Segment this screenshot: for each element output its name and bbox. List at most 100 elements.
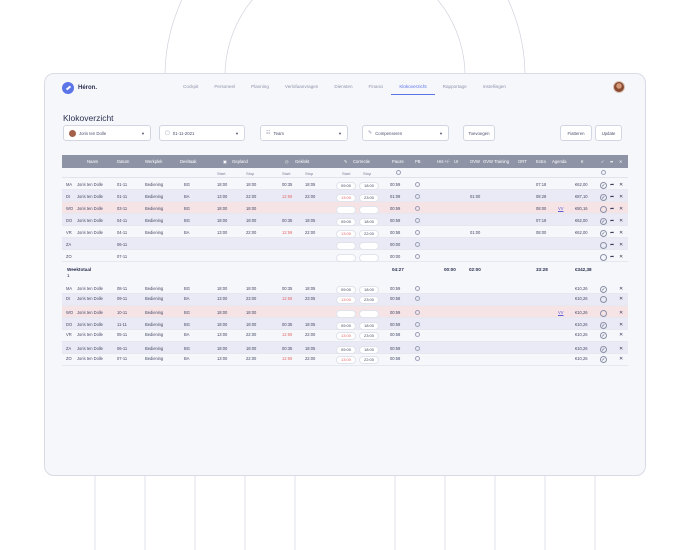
corrected-start-input[interactable]: 13:00 — [336, 332, 356, 340]
close-icon[interactable]: ✕ — [619, 194, 623, 200]
corrected-start-input[interactable] — [336, 310, 356, 318]
table-row[interactable]: WO Joris ten Dolle 03-11 Bediening BG 18:00 18… — [62, 202, 628, 214]
approve-check-icon[interactable]: ✓ — [600, 286, 607, 293]
approve-check-icon[interactable]: ✓ — [600, 182, 607, 189]
approve-check-icon[interactable]: ✓ — [600, 322, 607, 329]
corrected-stop-input[interactable]: 18:00 — [359, 286, 379, 294]
share-icon[interactable]: ➦ — [610, 242, 614, 248]
corrected-start-input[interactable]: 13:00 — [336, 356, 356, 364]
approve-check-icon[interactable] — [600, 254, 607, 261]
corrected-start-input[interactable]: 09:00 — [336, 218, 356, 226]
corrected-stop-input[interactable] — [359, 242, 379, 250]
approve-check-icon[interactable]: ✓ — [600, 346, 607, 353]
nav-item[interactable]: Rapportage — [435, 84, 475, 95]
add-button[interactable]: Toevoegen — [463, 125, 495, 141]
corrected-start-input[interactable] — [336, 254, 356, 262]
close-icon[interactable]: ✕ — [619, 206, 623, 212]
table-row[interactable]: MA Joris ten Dolle 01-11 Bediening BG 18:00 18… — [62, 178, 628, 190]
close-icon[interactable]: ✕ — [619, 242, 623, 248]
close-icon[interactable]: ✕ — [619, 182, 623, 188]
close-icon[interactable]: ✕ — [619, 230, 623, 236]
select-all-toggle[interactable] — [601, 170, 606, 175]
nav-item[interactable]: Personeel — [206, 84, 243, 95]
close-icon[interactable]: ✕ — [619, 310, 623, 316]
close-icon[interactable]: ✕ — [619, 286, 623, 292]
nav-item[interactable]: Planning — [243, 84, 277, 95]
brand-logo[interactable]: Héron. — [62, 82, 97, 94]
share-icon[interactable]: ➦ — [610, 218, 614, 224]
corrected-start-input[interactable] — [336, 206, 356, 214]
pb-toggle[interactable] — [415, 194, 420, 199]
approve-button[interactable]: Fiatteren — [560, 125, 592, 141]
update-button[interactable]: Update — [595, 125, 622, 141]
compensate-select[interactable]: ✎ Compenseren ▼ — [362, 125, 449, 141]
approve-check-icon[interactable]: ✓ — [600, 230, 607, 237]
date-picker[interactable]: ▢ 01-11-2021 ▼ — [159, 125, 245, 141]
table-row[interactable]: VR Joris ten Dolle 04-11 Bediening BA 13:00 22… — [62, 226, 628, 238]
table-row[interactable]: DI Joris ten Dolle 01-11 Bediening BA 13:00 22… — [62, 190, 628, 202]
corrected-start-input[interactable]: 09:00 — [336, 346, 356, 354]
share-icon[interactable]: ➦ — [610, 254, 614, 260]
user-avatar[interactable] — [613, 81, 625, 93]
approve-check-icon[interactable]: ✓ — [600, 218, 607, 225]
corrected-start-input[interactable]: 13:00 — [336, 194, 356, 202]
nav-item[interactable]: Cockpit — [175, 84, 206, 95]
table-row[interactable]: ZO Joris ten Dolle 07-11 Bediening BA 13:00 22… — [62, 354, 628, 366]
table-row[interactable]: ZO 07-11 00:00 ➦ ✕ — [62, 250, 628, 262]
close-icon[interactable]: ✕ — [619, 346, 623, 352]
pb-toggle[interactable] — [415, 206, 420, 211]
table-row[interactable]: ZA Joris ten Dolle 06-11 Bediening BG 18:00 18… — [62, 342, 628, 354]
share-icon[interactable]: ➦ — [610, 230, 614, 236]
pb-toggle[interactable] — [415, 218, 420, 223]
approve-check-icon[interactable]: ✓ — [600, 356, 607, 363]
approve-check-icon[interactable] — [600, 242, 607, 249]
corrected-start-input[interactable]: 09:00 — [336, 286, 356, 294]
approve-check-icon[interactable]: ✓ — [600, 194, 607, 201]
corrected-stop-input[interactable]: 18:00 — [359, 182, 379, 190]
corrected-start-input[interactable]: 09:00 — [336, 322, 356, 330]
nav-item[interactable]: Klokoverzicht — [391, 84, 435, 95]
corrected-start-input[interactable] — [336, 242, 356, 250]
nav-item[interactable]: Diensten — [326, 84, 360, 95]
corrected-stop-input[interactable]: 23:00 — [359, 296, 379, 304]
table-row[interactable]: ZA 06-11 00:00 ➦ ✕ — [62, 238, 628, 250]
approve-check-icon[interactable] — [600, 296, 607, 303]
corrected-stop-input[interactable] — [359, 254, 379, 262]
corrected-stop-input[interactable]: 22:00 — [359, 356, 379, 364]
approve-check-icon[interactable] — [600, 206, 607, 213]
pb-toggle[interactable] — [415, 356, 420, 361]
close-icon[interactable]: ✕ — [619, 356, 623, 362]
share-icon[interactable]: ➦ — [610, 182, 614, 188]
approve-check-icon[interactable] — [600, 310, 607, 317]
pb-toggle[interactable] — [415, 322, 420, 327]
employee-select[interactable]: Joris ten Dolle ▼ — [63, 125, 151, 141]
pb-toggle[interactable] — [415, 254, 420, 259]
corrected-stop-input[interactable] — [359, 206, 379, 214]
pb-toggle[interactable] — [415, 230, 420, 235]
approve-check-icon[interactable]: ✓ — [600, 332, 607, 339]
pb-toggle[interactable] — [415, 286, 420, 291]
share-icon[interactable]: ➦ — [610, 194, 614, 200]
nav-item[interactable]: Financi — [361, 84, 392, 95]
nav-item[interactable]: Verlofaanvragen — [277, 84, 326, 95]
pb-toggle[interactable] — [415, 346, 420, 351]
table-row[interactable]: WO Joris ten Dolle 10-11 Bediening BG 18:00 18… — [62, 306, 628, 318]
pb-toggle[interactable] — [415, 182, 420, 187]
table-row[interactable]: DI Joris ten Dolle 09-11 Bediening BA 13:00 23… — [62, 294, 628, 306]
corrected-stop-input[interactable]: 22:00 — [359, 230, 379, 238]
close-icon[interactable]: ✕ — [619, 254, 623, 260]
corrected-stop-input[interactable]: 18:00 — [359, 218, 379, 226]
break-toggle[interactable] — [396, 170, 401, 175]
corrected-stop-input[interactable]: 18:00 — [359, 346, 379, 354]
corrected-stop-input[interactable]: 23:00 — [359, 194, 379, 202]
table-row[interactable]: VR Joris ten Dolle 05-11 Bediening BA 13:00 22… — [62, 330, 628, 342]
close-icon[interactable]: ✕ — [619, 296, 623, 302]
pb-toggle[interactable] — [415, 242, 420, 247]
pb-toggle[interactable] — [415, 296, 420, 301]
close-icon[interactable]: ✕ — [619, 322, 623, 328]
corrected-stop-input[interactable]: 23:00 — [359, 332, 379, 340]
close-icon[interactable]: ✕ — [619, 332, 623, 338]
close-icon[interactable]: ✕ — [619, 218, 623, 224]
team-select[interactable]: ☷ Team ▼ — [260, 125, 348, 141]
pb-toggle[interactable] — [415, 332, 420, 337]
